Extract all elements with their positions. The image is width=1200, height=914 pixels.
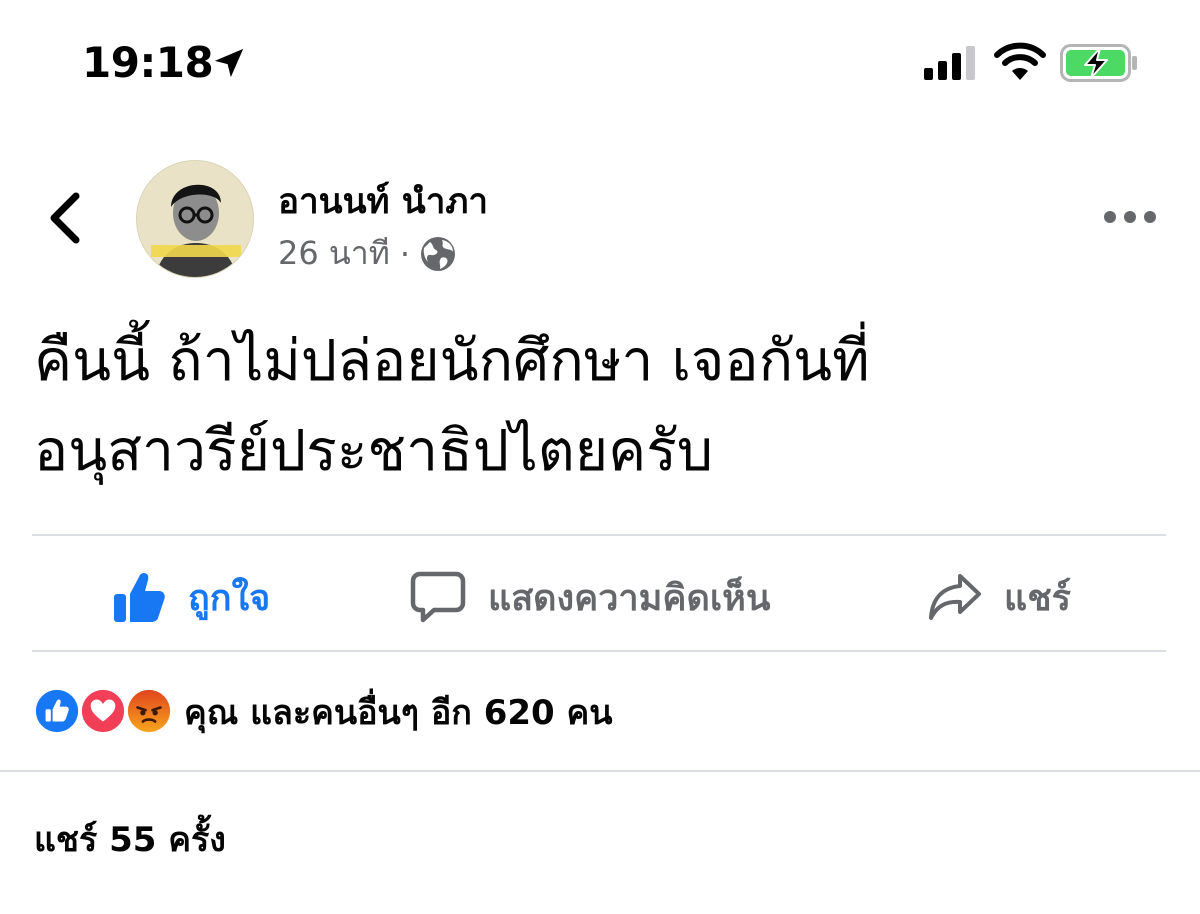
share-arrow-icon — [929, 574, 981, 620]
divider — [0, 770, 1200, 772]
back-button[interactable] — [44, 188, 84, 248]
avatar-portrait — [137, 161, 253, 277]
angry-reaction-icon — [124, 686, 174, 736]
divider — [32, 650, 1166, 652]
meta-separator: · — [399, 234, 410, 273]
reactions-summary-text: คุณ และคนอื่นๆ อีก 620 คน — [184, 693, 613, 733]
more-options-icon[interactable] — [1100, 200, 1160, 234]
share-label: แชร์ — [1004, 577, 1071, 619]
location-arrow-icon — [214, 48, 244, 78]
status-time: 19:18 — [82, 38, 214, 87]
comment-button[interactable]: แสดงความคิดเห็น — [410, 560, 770, 634]
reaction-icons — [32, 686, 176, 738]
thumbs-up-icon — [114, 572, 165, 622]
post-text-line: คืนนี้ ถ้าไม่ปล่อยนักศึกษา เจอกันที่ — [34, 328, 870, 394]
like-reaction-icon — [32, 686, 82, 736]
signal-icon — [924, 46, 975, 80]
post-timestamp[interactable]: 26 นาที — [278, 228, 390, 279]
facebook-post-screen: 19:18 อานนท์ นำภา 26 นาที · คืนนี้ ถ้าไม… — [0, 0, 1200, 914]
post-meta: 26 นาที · — [278, 228, 456, 279]
post-author-name[interactable]: อานนท์ นำภา — [278, 174, 488, 229]
reactions-summary[interactable]: คุณ และคนอื่นๆ อีก 620 คน — [32, 684, 613, 740]
comment-label: แสดงความคิดเห็น — [488, 577, 771, 619]
globe-icon — [421, 236, 455, 271]
divider — [32, 534, 1166, 536]
author-avatar[interactable] — [136, 160, 254, 278]
status-bar: 19:18 — [0, 0, 1200, 120]
like-label: ถูกใจ — [188, 577, 271, 619]
like-button[interactable]: ถูกใจ — [112, 560, 270, 634]
love-reaction-icon — [78, 686, 128, 736]
share-count[interactable]: แชร์ 55 ครั้ง — [34, 812, 226, 866]
post-text-line: อนุสาวรีย์ประชาธิปไตยครับ — [34, 418, 714, 484]
wifi-icon — [994, 42, 1046, 80]
comment-bubble-icon — [410, 571, 466, 623]
post-text: คืนนี้ ถ้าไม่ปล่อยนักศึกษา เจอกันที่ อนุ… — [34, 316, 1164, 496]
share-button[interactable]: แชร์ — [928, 560, 1071, 634]
battery-charging-icon — [1060, 44, 1137, 82]
